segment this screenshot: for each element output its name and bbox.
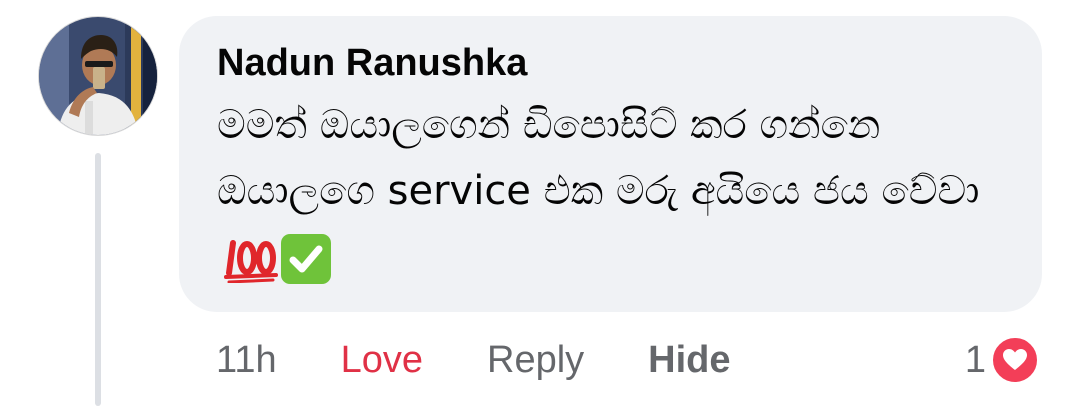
comment-timestamp[interactable]: 11h [216,339,277,382]
love-button[interactable]: Love [341,339,423,382]
check-mark-emoji-icon [281,234,331,284]
heart-reaction-icon [990,335,1040,385]
avatar[interactable] [38,16,158,136]
comment-text: මමත් ඔයාලගෙන් ඩිපොසිට් කර ගන්නෙ ඔයාලගෙ s… [217,102,980,214]
thread-line [95,153,101,406]
comment-bubble: Nadun Ranushka මමත් ඔයාලගෙන් ඩිපොසිට් කර… [179,16,1042,312]
comment-actions: 11h Love Reply Hide [216,334,731,386]
comment-body: මමත් ඔයාලගෙන් ඩිපොසිට් කර ගන්නෙ ඔයාලගෙ s… [217,92,1007,290]
reply-button[interactable]: Reply [487,339,584,382]
comment-author[interactable]: Nadun Ranushka [217,40,1004,86]
reaction-summary[interactable]: 1 [965,334,1040,386]
100-emoji-icon [223,237,279,284]
reaction-count: 1 [964,338,986,381]
comment-container: Nadun Ranushka මමත් ඔයාලගෙන් ඩිපොසිට් කර… [0,0,1080,406]
avatar-photo-icon [39,17,157,135]
hide-button[interactable]: Hide [648,339,730,382]
